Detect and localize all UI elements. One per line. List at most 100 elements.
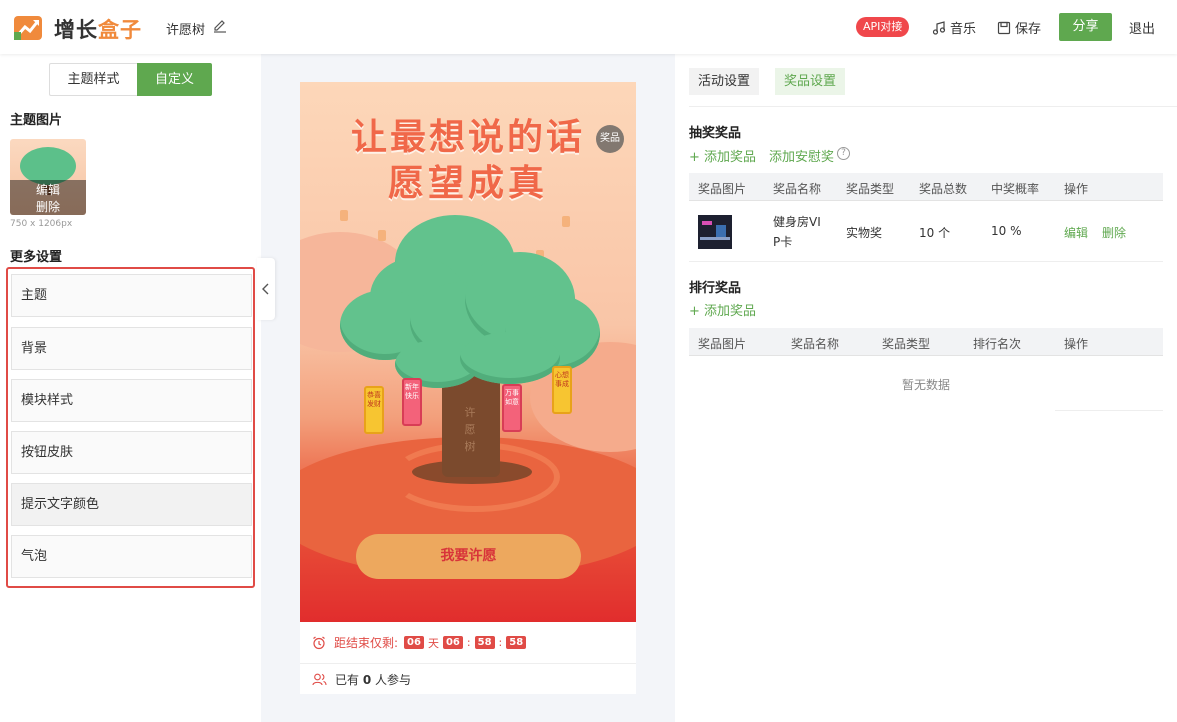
tab-divider	[689, 106, 1177, 107]
col-header: 奖品类型	[846, 182, 895, 196]
logout-link[interactable]: 退出	[1129, 18, 1155, 37]
headline-line1: 让最想说的话	[350, 116, 585, 158]
prize-name-line2: P卡	[773, 235, 793, 249]
users-icon	[312, 673, 327, 685]
countdown-hours: 06	[442, 636, 463, 649]
save-icon	[997, 21, 1011, 34]
music-icon	[932, 20, 946, 35]
rank-prizes-title: 排行奖品	[689, 281, 742, 296]
music-button[interactable]: 音乐	[932, 18, 976, 37]
participants-suffix: 人参与	[375, 672, 412, 687]
alarm-clock-icon	[313, 636, 325, 649]
lantern-decoration	[562, 216, 570, 227]
countdown-day-unit: 天	[427, 636, 439, 650]
setting-button-skin[interactable]: 按钮皮肤	[11, 431, 252, 474]
col-header: 奖品总数	[919, 182, 968, 196]
prize-name: 健身房VI P卡	[773, 212, 821, 252]
setting-background[interactable]: 背景	[11, 327, 252, 370]
save-label: 保存	[1015, 22, 1042, 37]
participants-count: 0	[362, 672, 372, 687]
rank-add-prize-link[interactable]: + 添加奖品	[689, 300, 756, 319]
wish-tag: 万事如意	[502, 384, 522, 432]
divider	[1055, 410, 1163, 411]
more-settings-title: 更多设置	[10, 250, 63, 265]
edit-prize-link[interactable]: 编辑	[1064, 224, 1088, 241]
rank-add-prize-label: 添加奖品	[704, 304, 757, 319]
top-header: 增长盒子 许愿树 API对接 音乐 保存 分享 退出	[0, 0, 1177, 54]
tab-prize-settings[interactable]: 奖品设置	[775, 68, 846, 95]
col-header: 奖品类型	[882, 337, 931, 351]
empty-state: 暂无数据	[901, 378, 950, 392]
countdown-colon: :	[498, 636, 503, 649]
participants-bar: 已有 0 人参与	[300, 664, 636, 694]
participants-prefix: 已有	[335, 672, 360, 687]
countdown-minutes: 58	[474, 636, 495, 649]
headline-line2: 愿望成真	[387, 162, 548, 204]
col-header: 中奖概率	[991, 182, 1040, 196]
delete-prize-link[interactable]: 删除	[1102, 224, 1126, 241]
setting-theme[interactable]: 主题	[11, 274, 252, 317]
api-badge[interactable]: API对接	[856, 17, 910, 37]
add-prize-link[interactable]: + 添加奖品	[689, 146, 756, 165]
countdown-days: 06	[404, 636, 424, 649]
plus-icon: +	[689, 304, 705, 319]
col-header: 奖品名称	[791, 337, 840, 351]
prize-type: 实物奖	[846, 226, 883, 240]
make-wish-button[interactable]: 我要许愿	[356, 534, 581, 579]
thumb-delete-button[interactable]: 删除	[10, 198, 86, 215]
countdown-bar: 距结束仅剩: 06 天 06 : 58 : 58	[300, 622, 636, 664]
right-settings-panel: 活动设置 奖品设置 抽奖奖品 + 添加奖品 添加安慰奖 ? 奖品图片 奖品名称 …	[675, 54, 1177, 722]
add-prize-label: 添加奖品	[704, 150, 757, 165]
page-name: 许愿树	[166, 23, 206, 38]
brand-name: 增长盒子	[54, 14, 142, 44]
prize-badge[interactable]: 奖品	[596, 125, 624, 153]
wish-tag: 心想事成	[552, 366, 572, 414]
rank-table-header: 奖品图片 奖品名称 奖品类型 排行名次 操作	[689, 328, 1163, 356]
col-header: 操作	[1064, 337, 1089, 351]
collapse-panel-tab[interactable]	[257, 258, 275, 320]
theme-image-title: 主题图片	[10, 113, 63, 128]
setting-bubble[interactable]: 气泡	[11, 535, 252, 578]
chevron-left-icon	[262, 283, 269, 295]
share-button[interactable]: 分享	[1059, 13, 1112, 41]
settings-list-highlight: 主题 背景 模块样式 按钮皮肤 提示文字颜色 气泡	[6, 267, 255, 588]
col-header: 奖品图片	[698, 337, 747, 351]
music-label: 音乐	[950, 22, 977, 37]
left-settings-panel: 主题样式 自定义 主题图片 编辑 删除 750 x 1206px 更多设置 主题…	[0, 54, 261, 722]
help-icon[interactable]: ?	[837, 147, 850, 160]
col-header: 排行名次	[973, 337, 1022, 351]
edit-pencil-icon[interactable]	[213, 19, 227, 33]
prize-total: 10 个	[919, 226, 951, 240]
lantern-decoration	[340, 210, 348, 221]
preview-area: 让最想说的话 愿望成真 奖品 许愿树 恭喜发财 新年快乐 万事如意 心想事成 我…	[261, 54, 675, 722]
wish-tag: 恭喜发财	[364, 386, 384, 434]
table-row: 健身房VI P卡 实物奖 10 个 10 % 编辑 删除	[689, 202, 1163, 262]
brand-text: 增长	[54, 18, 98, 42]
setting-hint-text-color[interactable]: 提示文字颜色	[11, 483, 252, 526]
col-header: 奖品名称	[773, 182, 822, 196]
lantern-decoration	[378, 230, 386, 241]
thumb-edit-button[interactable]: 编辑	[10, 181, 86, 198]
logo-icon	[14, 16, 42, 40]
prize-name-line1: 健身房VI	[773, 215, 821, 229]
brand-accent-text: 盒子	[98, 18, 142, 42]
countdown-seconds: 58	[506, 636, 527, 649]
countdown-label: 距结束仅剩:	[334, 636, 399, 650]
seg-theme-style[interactable]: 主题样式	[49, 63, 137, 96]
add-consolation-link[interactable]: 添加安慰奖	[769, 146, 834, 165]
theme-image-thumbnail[interactable]: 编辑 删除	[10, 139, 86, 215]
save-button[interactable]: 保存	[997, 18, 1041, 37]
wish-tag: 新年快乐	[402, 378, 422, 426]
thumb-size-hint: 750 x 1206px	[10, 219, 73, 229]
setting-module-style[interactable]: 模块样式	[11, 379, 252, 422]
plus-icon: +	[689, 150, 705, 165]
seg-custom[interactable]: 自定义	[137, 63, 212, 96]
phone-preview: 让最想说的话 愿望成真 奖品 许愿树 恭喜发财 新年快乐 万事如意 心想事成 我…	[300, 82, 636, 622]
prize-image	[698, 215, 732, 249]
tree-leaf	[460, 332, 560, 384]
participants-text: 已有 0 人参与	[335, 671, 411, 688]
countdown-colon: :	[466, 636, 471, 649]
tab-activity-settings[interactable]: 活动设置	[689, 68, 760, 95]
style-segmented-control: 主题样式 自定义	[49, 63, 212, 96]
lottery-table-header: 奖品图片 奖品名称 奖品类型 奖品总数 中奖概率 操作	[689, 173, 1163, 201]
